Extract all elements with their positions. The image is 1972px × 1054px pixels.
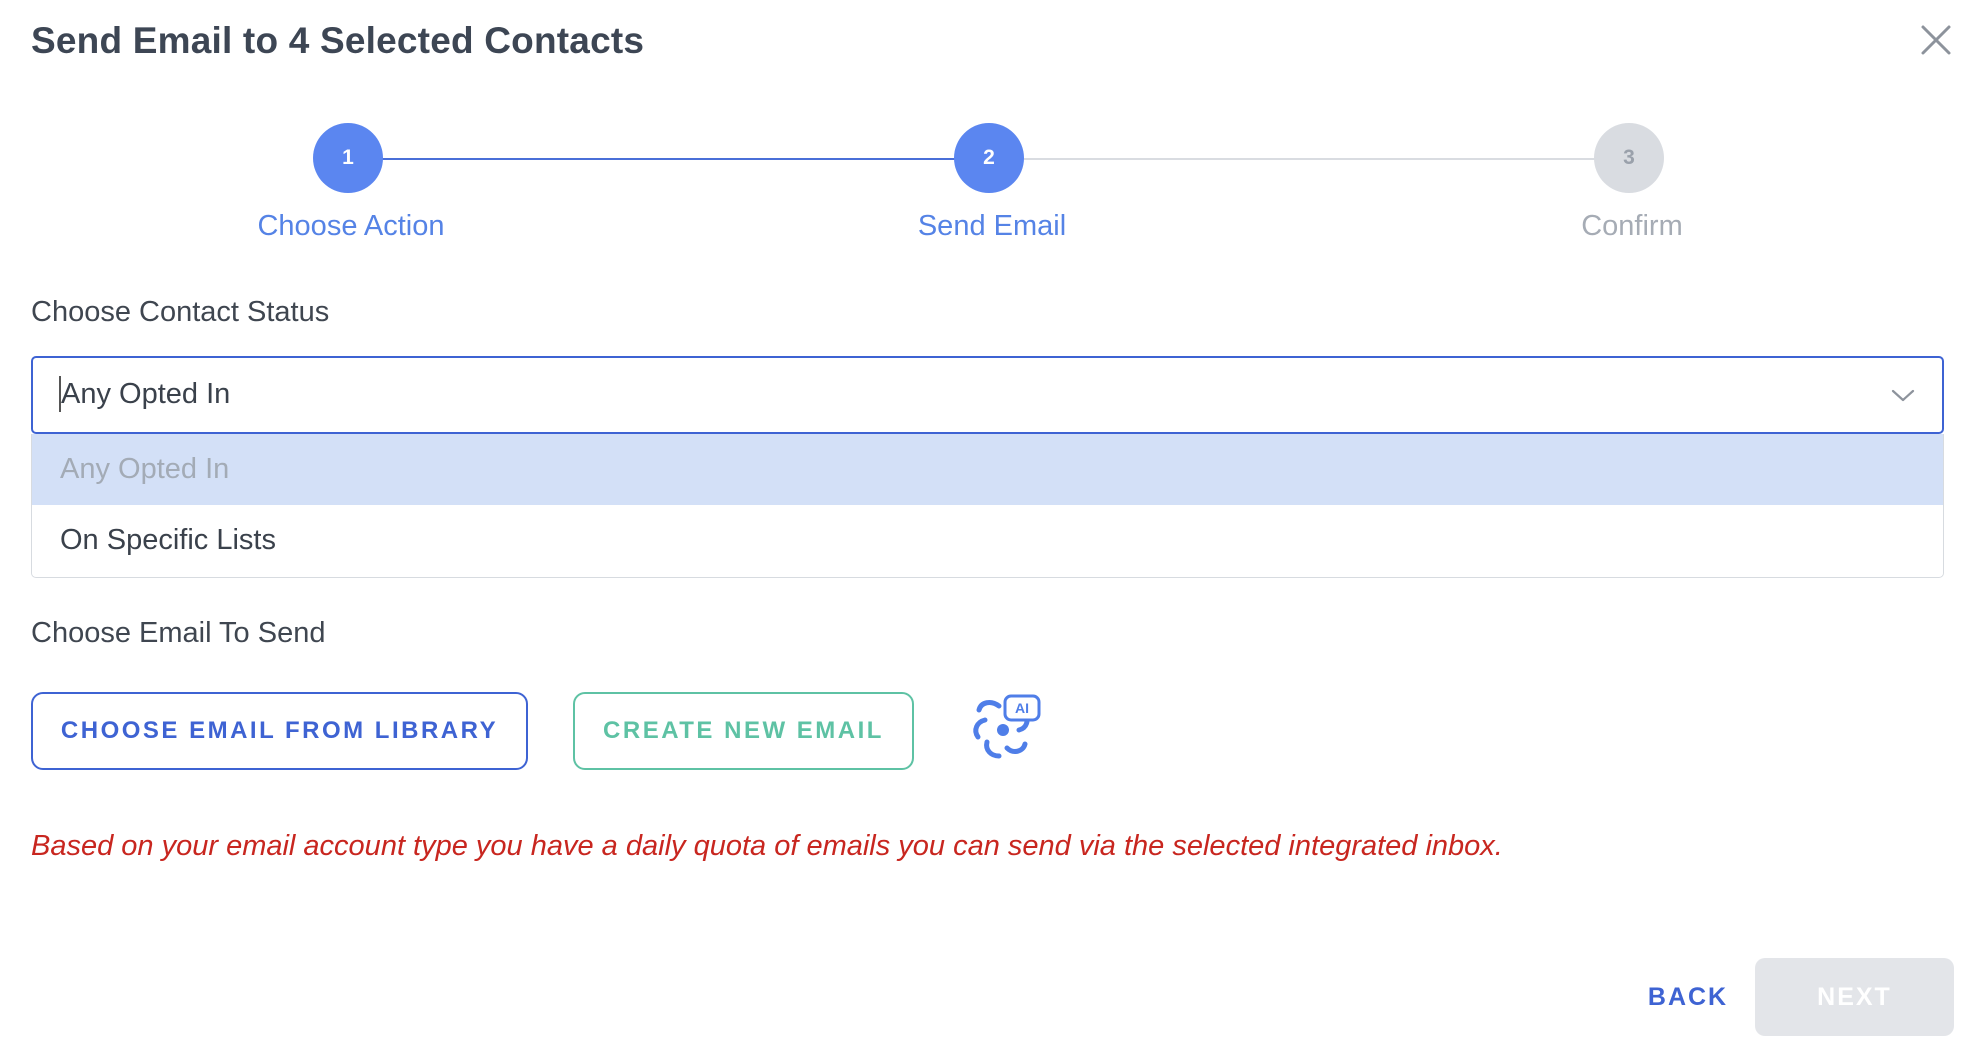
contact-status-value: Any Opted In: [61, 378, 231, 410]
create-new-email-button[interactable]: CREATE NEW EMAIL: [573, 692, 914, 770]
option-on-specific-lists[interactable]: On Specific Lists: [32, 505, 1943, 576]
ai-sparkle-icon[interactable]: AI: [969, 692, 1043, 762]
choose-email-from-library-button[interactable]: CHOOSE EMAIL FROM LIBRARY: [31, 692, 528, 770]
option-any-opted-in[interactable]: Any Opted In: [32, 434, 1943, 505]
send-email-dialog: Send Email to 4 Selected Contacts 1 2 3 …: [0, 0, 1972, 1054]
dialog-title: Send Email to 4 Selected Contacts: [31, 20, 645, 61]
email-section-label: Choose Email To Send: [31, 617, 326, 649]
step-1-circle: 1: [313, 123, 383, 193]
daily-quota-notice: Based on your email account type you hav…: [31, 830, 1503, 862]
step-connector-completed: [351, 158, 989, 160]
step-connector-pending: [989, 158, 1629, 160]
next-button[interactable]: NEXT: [1755, 958, 1954, 1036]
step-1-number: 1: [342, 146, 354, 169]
step-3-label: Confirm: [1581, 210, 1683, 242]
back-button[interactable]: BACK: [1628, 958, 1748, 1036]
step-2-circle: 2: [954, 123, 1024, 193]
ai-badge-label: AI: [1015, 700, 1029, 716]
close-icon[interactable]: [1918, 22, 1954, 58]
step-1-label: Choose Action: [257, 210, 445, 242]
contact-status-label: Choose Contact Status: [31, 296, 330, 328]
step-2-number: 2: [983, 146, 995, 169]
step-3-number: 3: [1623, 146, 1635, 169]
step-3-circle: 3: [1594, 123, 1664, 193]
step-2-label: Send Email: [917, 210, 1067, 242]
contact-status-dropdown: Any Opted In On Specific Lists: [31, 434, 1944, 578]
contact-status-select[interactable]: Any Opted In: [31, 356, 1944, 434]
chevron-down-icon[interactable]: [1890, 382, 1916, 408]
